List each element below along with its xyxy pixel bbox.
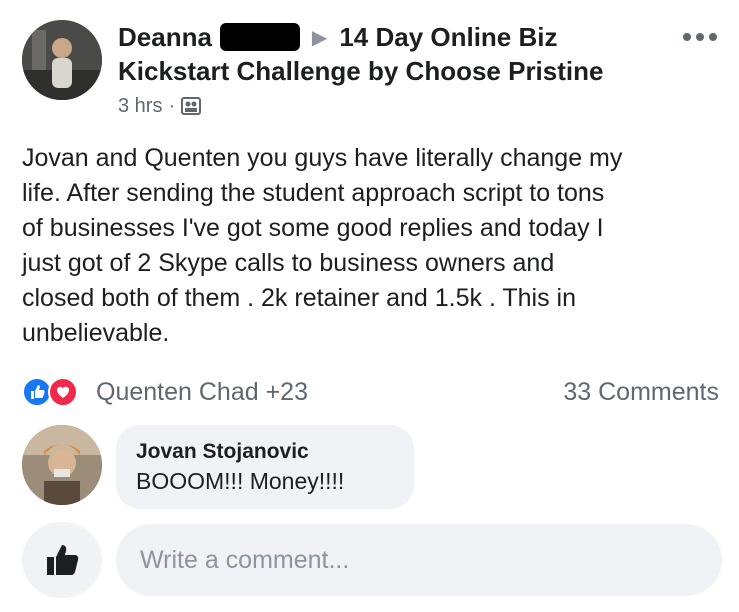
more-dot [709,33,717,41]
commenter-avatar[interactable] [22,425,102,505]
group-icon[interactable] [181,97,202,115]
author-avatar[interactable] [22,20,102,100]
comment-composer [22,520,722,600]
reactions-bar: Quenten Chad +23 33 Comments [22,374,719,410]
meta-separator: · [168,94,176,117]
more-dot [696,33,704,41]
more-options-icon[interactable] [683,30,717,44]
group-name[interactable]: 14 Day Online Biz [339,22,557,53]
group-name-line2[interactable]: Kickstart Challenge by Choose Pristine [118,54,658,88]
author-photo [22,20,102,100]
more-dot [683,33,691,41]
comment-text: BOOOM!!! Money!!!! [136,468,345,494]
post-body-text: Jovan and Quenten you guys have literall… [22,144,623,347]
header-line1: Deanna ▶ 14 Day Online Biz [118,20,658,54]
comment-input[interactable] [116,524,722,596]
post-header-text: Deanna ▶ 14 Day Online Biz Kickstart Cha… [118,20,658,120]
like-button[interactable] [22,522,102,598]
reactions-summary[interactable]: Quenten Chad +23 [22,376,308,408]
redaction-block [219,23,300,51]
reaction-names[interactable]: Quenten Chad +23 [96,378,308,407]
reaction-icons [22,376,90,408]
love-reaction-icon [48,377,78,407]
thumbs-up-icon [47,545,79,575]
commenter-photo [22,425,102,505]
triangle-right-icon: ▶ [311,26,328,49]
comment-author[interactable]: Jovan Stojanovic [136,439,394,465]
comments-count[interactable]: 33 Comments [563,378,719,407]
post-timestamp[interactable]: 3 hrs [118,95,162,118]
comment-item: Jovan Stojanovic BOOOM!!! Money!!!! [22,425,722,515]
post-header: Deanna ▶ 14 Day Online Biz Kickstart Cha… [0,0,739,130]
comment-bubble: Jovan Stojanovic BOOOM!!! Money!!!! [116,425,414,509]
author-name[interactable]: Deanna [118,22,212,53]
post-meta: 3 hrs · [118,92,658,120]
